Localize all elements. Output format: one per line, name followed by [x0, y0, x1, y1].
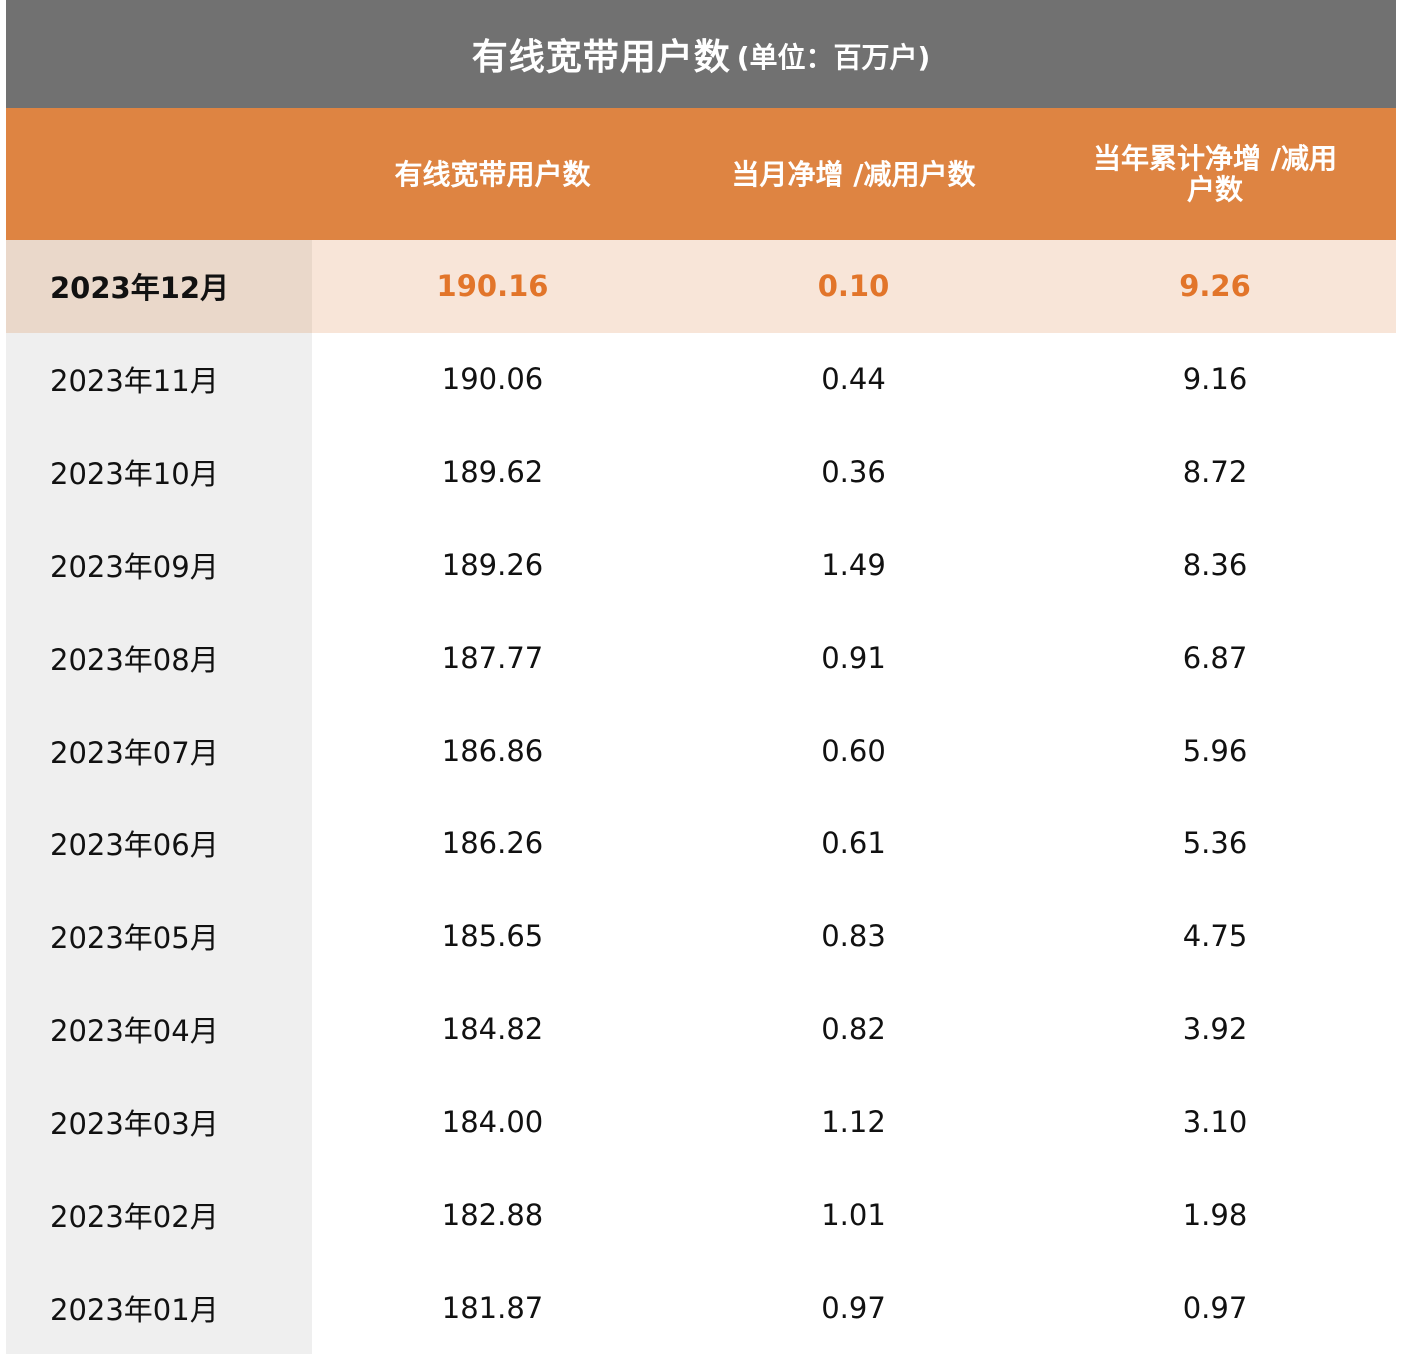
- row-monthly-net-change-cell: 0.91: [821, 640, 886, 675]
- row-ytd-net-change-cell: 8.36: [1182, 547, 1248, 582]
- table-body: 2023年12月 190.16 0.10 9.26 2023年11月 190.06 0.44…: [6, 240, 1396, 1354]
- row-month-cell: 2023年04月: [50, 1014, 219, 1049]
- row-ytd-net-change-cell: 5.96: [1182, 733, 1248, 768]
- row-month-cell: 2023年01月: [50, 1292, 219, 1327]
- row-ytd-net-change-cell: 9.26: [1179, 269, 1251, 304]
- row-ytd-net-change-cell: 3.10: [1182, 1104, 1248, 1139]
- row-monthly-net-change-cell: 1.01: [821, 1197, 886, 1232]
- row-monthly-net-change-cell: 0.60: [821, 733, 886, 768]
- row-monthly-net-change-cell: 0.83: [821, 919, 886, 954]
- row-subscribers-cell: 189.26: [441, 547, 544, 582]
- table-row: 2023年12月 190.16 0.10 9.26: [6, 240, 1396, 333]
- row-monthly-net-change-cell: 0.82: [821, 1012, 886, 1047]
- header-cell-empty: [6, 108, 312, 240]
- row-subscribers-cell: 182.88: [441, 1197, 544, 1232]
- row-subscribers-cell: 184.00: [441, 1104, 544, 1139]
- table-row: 2023年02月 182.88 1.01 1.98: [6, 1168, 1396, 1261]
- table-row: 2023年04月 184.82 0.82 3.92: [6, 983, 1396, 1076]
- table-row: 2023年06月 186.26 0.61 5.36: [6, 797, 1396, 890]
- header-cell-ytd-net-change: 当年累计净增 /减用户数: [1093, 142, 1337, 206]
- row-monthly-net-change-cell: 1.49: [821, 547, 886, 582]
- row-ytd-net-change-cell: 0.97: [1182, 1290, 1248, 1325]
- row-subscribers-cell: 186.86: [441, 733, 544, 768]
- table-row: 2023年03月 184.00 1.12 3.10: [6, 1076, 1396, 1169]
- row-ytd-net-change-cell: 4.75: [1182, 919, 1248, 954]
- table-row: 2023年01月 181.87 0.97 0.97: [6, 1261, 1396, 1354]
- row-month-cell: 2023年07月: [50, 735, 219, 770]
- row-ytd-net-change-cell: 5.36: [1182, 826, 1248, 861]
- row-monthly-net-change-cell: 0.36: [821, 455, 886, 490]
- table-row: 2023年11月 190.06 0.44 9.16: [6, 333, 1396, 426]
- row-month-cell: 2023年12月: [6, 240, 312, 333]
- broadband-users-table: 有线宽带用户数 (单位：百万户) 有线宽带用户数 当月净增 /减用户数 当年累计…: [6, 0, 1396, 1354]
- row-ytd-net-change-cell: 6.87: [1182, 640, 1248, 675]
- row-ytd-net-change-cell: 8.72: [1182, 455, 1248, 490]
- header-cell-monthly-net-change: 当月净增 /减用户数: [731, 157, 976, 191]
- table-unit: (单位：百万户): [736, 41, 931, 74]
- row-subscribers-cell: 184.82: [441, 1012, 544, 1047]
- row-month-cell: 2023年05月: [50, 921, 219, 956]
- row-monthly-net-change-cell: 0.44: [821, 362, 886, 397]
- row-ytd-net-change-cell: 3.92: [1182, 1012, 1248, 1047]
- table-row: 2023年08月 187.77 0.91 6.87: [6, 611, 1396, 704]
- table-row: 2023年05月 185.65 0.83 4.75: [6, 890, 1396, 983]
- row-month-cell: 2023年03月: [50, 1106, 219, 1141]
- row-subscribers-cell: 181.87: [441, 1290, 544, 1325]
- table-header-row: 有线宽带用户数 当月净增 /减用户数 当年累计净增 /减用户数: [6, 108, 1396, 240]
- row-ytd-net-change-cell: 1.98: [1182, 1197, 1248, 1232]
- row-month-cell: 2023年11月: [50, 364, 219, 399]
- header-cell-subscribers: 有线宽带用户数: [394, 157, 591, 191]
- row-monthly-net-change-cell: 0.97: [821, 1290, 886, 1325]
- row-subscribers-cell: 185.65: [441, 919, 544, 954]
- table-title: 有线宽带用户数: [471, 37, 731, 78]
- row-month-cell: 2023年08月: [50, 642, 219, 677]
- table-row: 2023年10月 189.62 0.36 8.72: [6, 426, 1396, 519]
- table-row: 2023年07月 186.86 0.60 5.96: [6, 704, 1396, 797]
- row-subscribers-cell: 189.62: [441, 455, 544, 490]
- row-monthly-net-change-cell: 1.12: [821, 1104, 886, 1139]
- table-row: 2023年09月 189.26 1.49 8.36: [6, 519, 1396, 612]
- row-monthly-net-change-cell: 0.10: [817, 269, 890, 304]
- row-subscribers-cell: 186.26: [441, 826, 544, 861]
- row-subscribers-cell: 190.16: [436, 269, 549, 304]
- row-month-cell: 2023年06月: [50, 828, 219, 863]
- row-month-cell: 2023年09月: [50, 549, 219, 584]
- row-month-cell: 2023年10月: [50, 457, 219, 492]
- row-ytd-net-change-cell: 9.16: [1182, 362, 1248, 397]
- table-title-bar: 有线宽带用户数 (单位：百万户): [6, 0, 1396, 108]
- row-subscribers-cell: 190.06: [441, 362, 544, 397]
- row-month-cell: 2023年02月: [50, 1199, 219, 1234]
- row-monthly-net-change-cell: 0.61: [821, 826, 886, 861]
- row-subscribers-cell: 187.77: [441, 640, 544, 675]
